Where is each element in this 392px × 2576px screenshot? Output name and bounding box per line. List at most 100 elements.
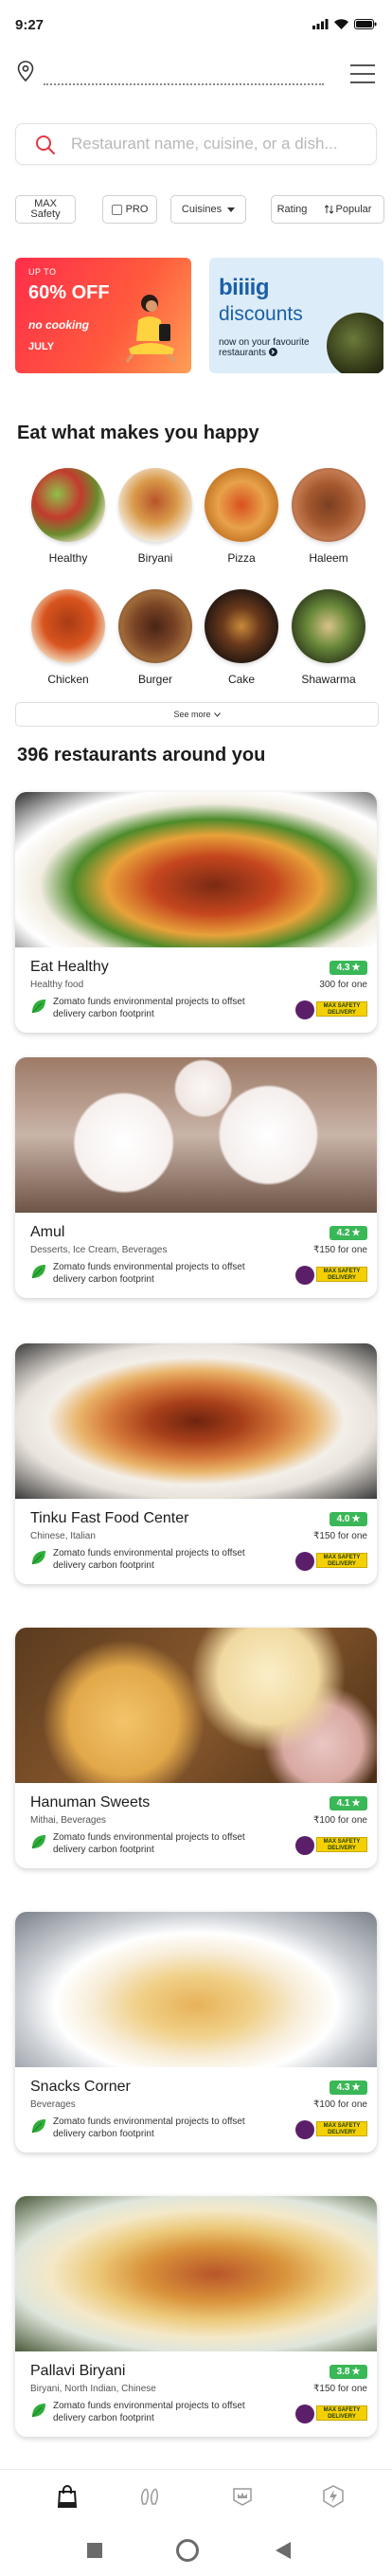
max-safety-badge: MAX SAFETY DELIVERY — [316, 1553, 367, 1568]
signal-icon — [312, 19, 329, 29]
restaurant-photo — [15, 1912, 377, 2067]
restaurant-card[interactable]: Tinku Fast Food Center Chinese, Italian … — [15, 1343, 377, 1584]
see-more-button[interactable]: See more — [15, 702, 379, 727]
safety-shield-icon — [295, 2120, 314, 2139]
rating-value: 4.0 — [336, 1514, 350, 1524]
rating-value: 3.8 — [336, 2367, 350, 2377]
safety-shield-icon — [295, 1266, 314, 1285]
restaurant-photo — [15, 1343, 377, 1499]
location-pin-icon[interactable] — [17, 61, 34, 81]
rating-value: 4.2 — [336, 1228, 350, 1238]
flash-icon[interactable] — [322, 2485, 345, 2508]
restaurant-name: Pallavi Biryani — [30, 2363, 126, 2379]
pro-checkbox-icon — [111, 204, 122, 215]
eco-text: Zomato funds environmental projects to o… — [53, 2117, 245, 2139]
banner-discounts: discounts — [219, 303, 303, 325]
rating-badge: 4.3 ★ — [330, 961, 367, 975]
eco-text: Zomato funds environmental projects to o… — [53, 1262, 245, 1285]
wifi-icon — [334, 19, 348, 29]
popular-sort[interactable]: Popular — [312, 195, 384, 224]
cuisine-image — [31, 468, 105, 542]
cuisine-label: Cake — [227, 673, 255, 686]
restaurant-card[interactable]: Pallavi Biryani Biryani, North Indian, C… — [15, 2196, 377, 2437]
restaurant-card[interactable]: Hanuman Sweets Mithai, Beverages 4.1 ★ ₹1… — [15, 1628, 377, 1868]
status-time: 9:27 — [15, 17, 45, 33]
restaurant-price: ₹150 for one — [313, 1245, 367, 1255]
offer-banner-biiiig-discounts[interactable]: biiiig discounts now on your favourite r… — [209, 258, 383, 373]
location-address-placeholder[interactable] — [44, 83, 324, 85]
leaf-icon — [31, 1551, 45, 1565]
max-safety-badge: MAX SAFETY DELIVERY — [316, 1837, 367, 1852]
restaurant-photo — [15, 1628, 377, 1783]
star-icon: ★ — [351, 1228, 361, 1238]
restaurant-price: ₹150 for one — [313, 1531, 367, 1541]
cuisine-pizza[interactable]: Pizza — [202, 468, 281, 565]
location-bar[interactable] — [17, 55, 375, 93]
cuisine-label: Shawarma — [301, 673, 356, 686]
eco-text: Zomato funds environmental projects to o… — [53, 1548, 245, 1571]
restaurant-cuisine: Healthy food — [30, 980, 84, 990]
restaurant-card[interactable]: Amul Desserts, Ice Cream, Beverages 4.2 ★… — [15, 1057, 377, 1298]
star-icon: ★ — [351, 2082, 361, 2093]
restaurant-name: Snacks Corner — [30, 2079, 131, 2095]
cuisine-healthy[interactable]: Healthy — [28, 468, 108, 565]
status-bar: 9:27 — [0, 0, 392, 47]
delivery-bag-icon[interactable] — [57, 2485, 78, 2508]
dining-out-icon[interactable] — [138, 2485, 161, 2508]
cuisine-haleem[interactable]: Haleem — [289, 468, 368, 565]
back-triangle-icon[interactable] — [275, 2541, 292, 2560]
cuisine-image — [205, 589, 278, 663]
restaurant-price: ₹100 for one — [313, 1815, 367, 1826]
bottom-navigation — [0, 2469, 392, 2522]
popular-sort-label: Popular — [335, 204, 372, 215]
battery-icon — [354, 19, 377, 29]
rating-sort-label: Rating — [276, 204, 308, 215]
cuisine-image — [118, 589, 192, 663]
banner-subtitle-text: now on your favourite restaurants — [219, 337, 310, 358]
leaf-icon — [31, 2404, 45, 2418]
star-icon: ★ — [351, 1514, 361, 1524]
cuisine-image — [205, 468, 278, 542]
see-more-label: See more — [173, 710, 211, 719]
pro-filter-label: PRO — [125, 204, 149, 215]
rating-value: 4.3 — [336, 963, 350, 973]
hamburger-menu-icon[interactable] — [350, 64, 375, 85]
max-safety-filter[interactable]: MAX Safety — [15, 195, 76, 224]
sort-arrows-icon — [324, 205, 333, 214]
restaurants-count-title: 396 restaurants around you — [17, 745, 266, 766]
banner-brand: biiiig — [219, 275, 270, 300]
restaurant-card[interactable]: Eat Healthy Healthy food 4.3 ★ 300 for on… — [15, 792, 377, 1033]
restaurant-cuisine: Mithai, Beverages — [30, 1815, 107, 1826]
rating-sort[interactable]: Rating — [271, 195, 312, 224]
offer-banner-no-cooking-july[interactable]: UP TO 60% OFF no cooking JULY — [15, 258, 191, 373]
restaurant-card[interactable]: Snacks Corner Beverages 4.3 ★ ₹100 for on… — [15, 1912, 377, 2153]
cuisine-burger[interactable]: Burger — [116, 589, 195, 686]
arrow-circle-icon — [268, 348, 277, 356]
cuisine-chicken[interactable]: Chicken — [28, 589, 108, 686]
max-safety-badge: MAX SAFETY DELIVERY — [316, 1001, 367, 1017]
restaurant-cuisine: Beverages — [30, 2099, 76, 2110]
rating-value: 4.1 — [336, 1798, 350, 1809]
home-circle-icon[interactable] — [176, 2539, 199, 2562]
leaf-icon — [31, 2119, 45, 2134]
status-icons — [312, 19, 377, 29]
cuisine-label: Biryani — [137, 551, 173, 565]
banner-upto: UP TO — [28, 267, 57, 277]
cuisine-cake[interactable]: Cake — [202, 589, 281, 686]
cuisine-label: Pizza — [227, 551, 256, 565]
pro-filter[interactable]: PRO — [102, 195, 157, 224]
search-bar[interactable] — [15, 123, 377, 165]
recents-square-icon[interactable] — [87, 2543, 102, 2558]
cuisine-shawarma[interactable]: Shawarma — [289, 589, 368, 686]
woman-illustration-icon — [125, 295, 178, 364]
restaurant-price: 300 for one — [319, 980, 367, 990]
cuisine-label: Healthy — [48, 551, 88, 565]
chevron-down-icon — [213, 712, 221, 717]
cuisine-biryani[interactable]: Biryani — [116, 468, 195, 565]
search-input[interactable] — [71, 130, 365, 158]
search-icon — [36, 135, 55, 154]
safety-shield-icon — [295, 1836, 314, 1855]
pro-icon[interactable] — [231, 2485, 254, 2508]
banner-no-cooking: no cooking — [28, 318, 89, 332]
cuisines-filter[interactable]: Cuisines — [170, 195, 246, 224]
